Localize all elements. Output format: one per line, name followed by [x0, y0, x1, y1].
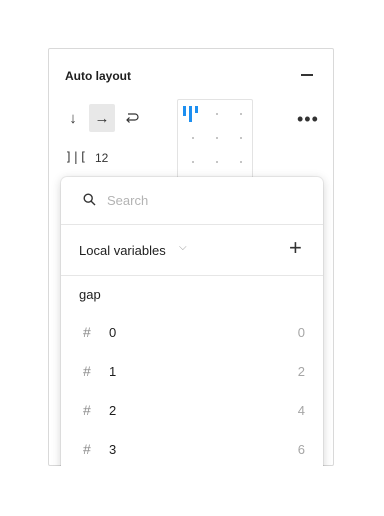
gap-value[interactable]: 12: [95, 151, 108, 165]
align-dot[interactable]: [192, 137, 194, 139]
align-dot[interactable]: [240, 137, 242, 139]
direction-wrap-button[interactable]: [118, 104, 144, 132]
variable-name: 0: [109, 325, 117, 340]
number-variable-icon: #: [83, 324, 91, 340]
add-variable-button[interactable]: +: [289, 236, 302, 260]
ellipsis-icon: •••: [297, 109, 319, 129]
collection-label: gap: [79, 287, 101, 302]
page-background: [0, 466, 384, 516]
wrap-icon: [125, 112, 139, 123]
align-dot[interactable]: [192, 161, 194, 163]
variable-name: 3: [109, 442, 117, 457]
variable-value: 6: [297, 442, 305, 457]
align-dot[interactable]: [216, 137, 218, 139]
align-bar: [183, 106, 186, 116]
alignment-grid[interactable]: [177, 99, 253, 183]
chevron-down-icon: ⌵: [179, 242, 187, 253]
align-dot[interactable]: [240, 113, 242, 115]
variable-value: 4: [297, 403, 305, 418]
collapse-button[interactable]: [301, 74, 313, 76]
search-row: [61, 177, 323, 225]
arrow-down-icon: ↓: [69, 109, 77, 127]
variable-row[interactable]: # 3 6: [61, 433, 323, 469]
variables-dropdown: Local variables ⌵ + gap # 0 0 # 1 2 # 2 …: [61, 177, 323, 477]
align-dot[interactable]: [240, 161, 242, 163]
number-variable-icon: #: [83, 441, 91, 457]
search-input[interactable]: [107, 190, 297, 210]
more-options-button[interactable]: •••: [297, 109, 319, 130]
variable-row[interactable]: # 2 4: [61, 394, 323, 430]
align-dot[interactable]: [216, 113, 218, 115]
align-bar: [189, 106, 192, 122]
panel-title: Auto layout: [65, 69, 131, 83]
number-variable-icon: #: [83, 363, 91, 379]
arrow-right-icon: →: [94, 109, 110, 127]
variable-name: 2: [109, 403, 117, 418]
variable-row[interactable]: # 0 0: [61, 316, 323, 352]
direction-horizontal-button[interactable]: →: [89, 104, 115, 132]
variable-value: 2: [297, 364, 305, 379]
align-dot[interactable]: [216, 161, 218, 163]
search-icon: [83, 193, 96, 206]
direction-vertical-button[interactable]: ↓: [60, 104, 86, 132]
library-label: Local variables: [79, 243, 166, 258]
variable-row[interactable]: # 1 2: [61, 355, 323, 391]
library-selector[interactable]: Local variables ⌵ +: [61, 225, 323, 276]
align-bar: [195, 106, 198, 113]
gap-icon: ]|[: [65, 150, 87, 164]
variable-name: 1: [109, 364, 117, 379]
number-variable-icon: #: [83, 402, 91, 418]
variable-value: 0: [297, 325, 305, 340]
